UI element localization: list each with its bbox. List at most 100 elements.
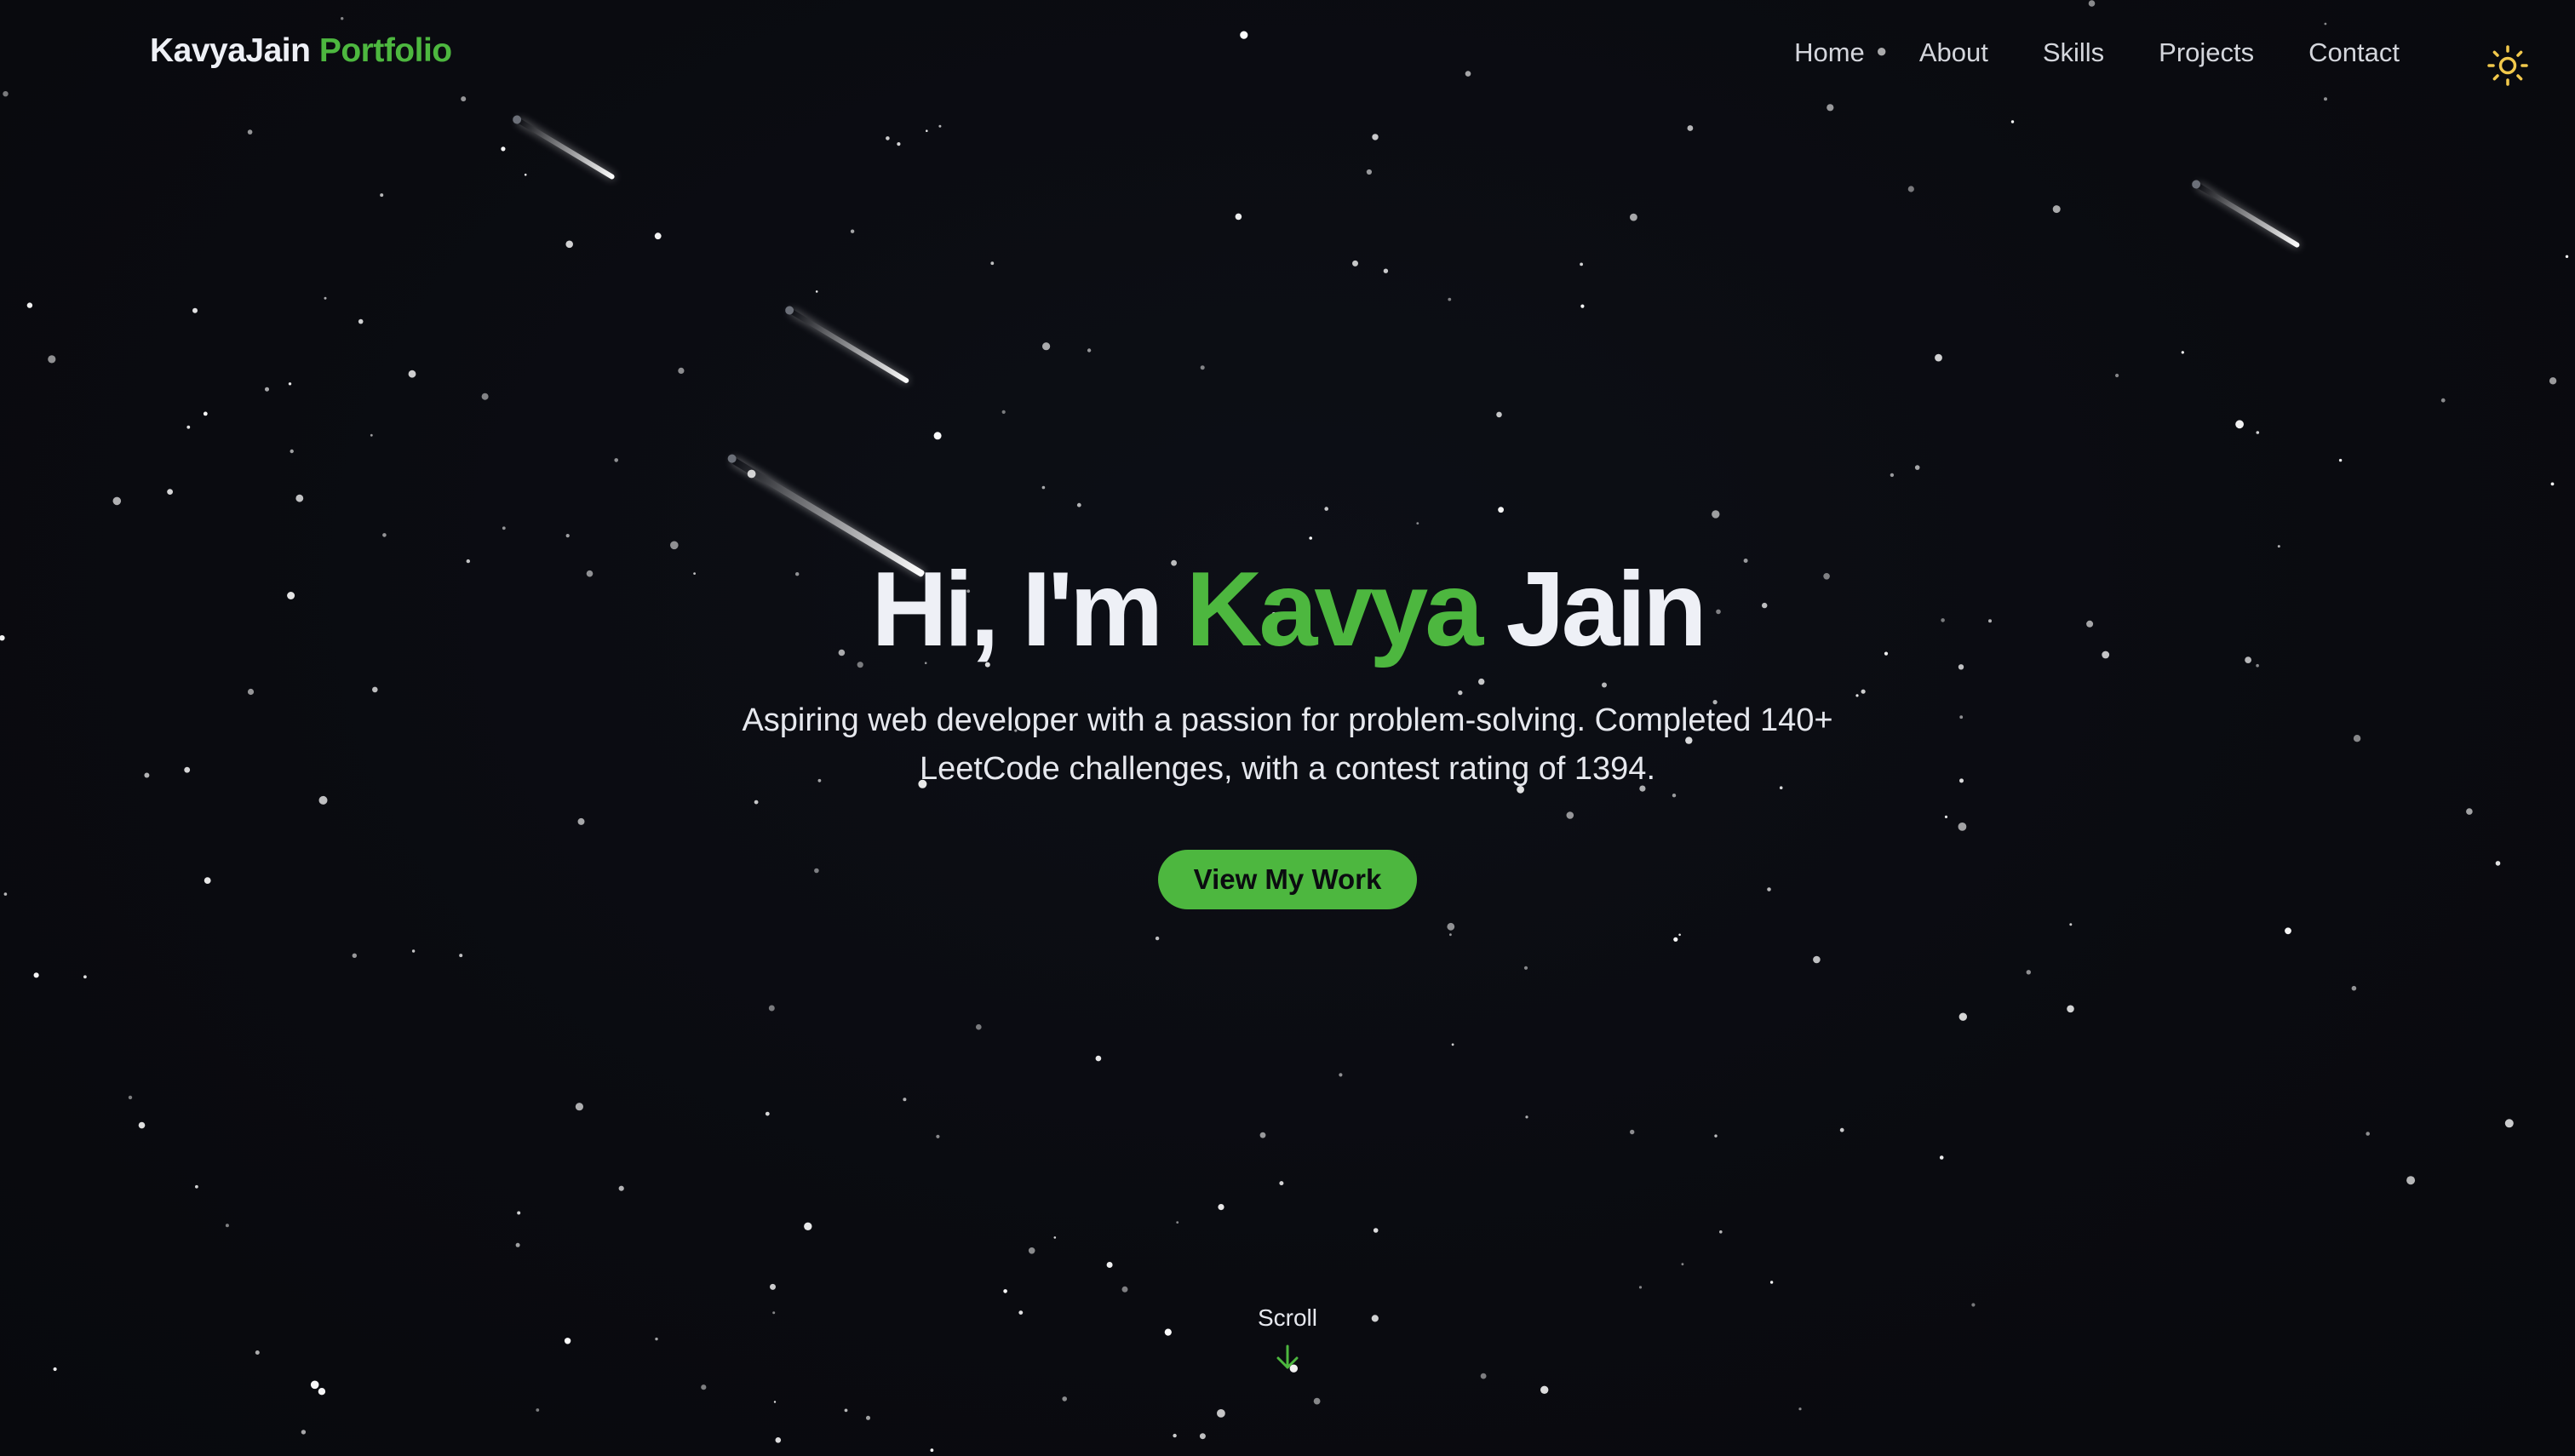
star [1958,1012,1967,1021]
star [517,1211,521,1215]
star [1638,1286,1643,1289]
star [1580,304,1585,308]
star [1681,1263,1684,1266]
star [203,411,208,416]
nav-link-projects[interactable]: Projects [2159,37,2254,68]
star [1076,502,1081,507]
star [1449,933,1452,937]
star [577,817,585,825]
star [501,146,506,152]
star [1087,348,1092,353]
brand-logo[interactable]: KavyaJain Portfolio [150,32,452,70]
star [1062,1396,1067,1402]
star [1053,1236,1057,1239]
star [186,425,191,429]
star [1309,536,1312,540]
star [1939,1155,1944,1160]
star [2181,351,2184,354]
brand-accent: Portfolio [318,32,452,69]
star [2351,985,2357,991]
star [1451,1043,1454,1046]
star [83,975,87,979]
sun-icon [2487,45,2528,86]
star [1523,966,1528,970]
star [1798,1407,1802,1411]
star [575,1103,584,1111]
star [1714,1134,1718,1138]
star [318,1388,326,1396]
star [933,432,942,440]
star [773,1401,777,1403]
star [1164,1328,1172,1336]
star [2338,458,2343,462]
star [2235,420,2245,429]
star [1003,1289,1007,1293]
scroll-indicator[interactable]: Scroll [1202,1303,1373,1373]
star [1914,465,1920,470]
star [1687,125,1694,131]
star [204,877,211,884]
star [1971,1303,1976,1307]
star [184,766,191,773]
hero-subtitle-line-1: Aspiring web developer with a passion fo… [742,702,1833,738]
star [2549,377,2557,385]
star [1259,1132,1266,1138]
star [1041,485,1046,490]
star [459,954,463,958]
star [565,534,570,538]
star [255,1350,260,1355]
star [564,1338,571,1344]
star [1042,342,1051,351]
star [372,686,378,693]
star [678,367,685,374]
nav-link-contact[interactable]: Contact [2308,37,2400,68]
view-my-work-button[interactable]: View My Work [1158,850,1417,909]
star [1480,1373,1487,1379]
star [1959,778,1964,783]
star [310,1380,319,1390]
star [930,1448,934,1453]
nav-link-skills[interactable]: Skills [2043,37,2104,68]
nav-link-about[interactable]: About [1919,37,1988,68]
star [33,972,39,978]
star [536,1408,540,1412]
star [352,953,357,959]
star [408,370,416,378]
nav-link-home[interactable]: Home [1794,37,1865,68]
star [2285,927,2291,935]
star [754,800,759,805]
star [1839,1127,1844,1132]
star [926,129,928,132]
star [1095,1055,1102,1062]
hero-first-name: Kavya [1185,551,1483,668]
star [26,302,33,308]
star [324,296,327,300]
star [1173,1433,1177,1438]
star [2504,1119,2514,1128]
star [775,1437,782,1443]
star [370,433,373,437]
star [765,1111,770,1116]
star [1767,887,1771,891]
star [1218,1204,1224,1211]
star [2495,861,2501,866]
hero-subtitle: Aspiring web developer with a passion fo… [691,696,1884,794]
star [1217,1409,1225,1418]
star [2440,398,2446,403]
star [936,1134,940,1138]
navbar: KavyaJain Portfolio Home About Skills Pr… [0,0,2575,111]
theme-toggle-button[interactable] [2486,44,2529,87]
star [295,494,304,502]
star [1279,1181,1284,1186]
star [2069,923,2073,926]
star [654,232,662,240]
star [1155,936,1160,941]
star [1540,1385,1549,1395]
star [1712,510,1720,519]
star [897,142,901,146]
star [3,892,8,896]
star [1672,794,1677,798]
brand-name: KavyaJain [150,32,311,69]
star [1861,689,1866,694]
star [192,307,198,313]
